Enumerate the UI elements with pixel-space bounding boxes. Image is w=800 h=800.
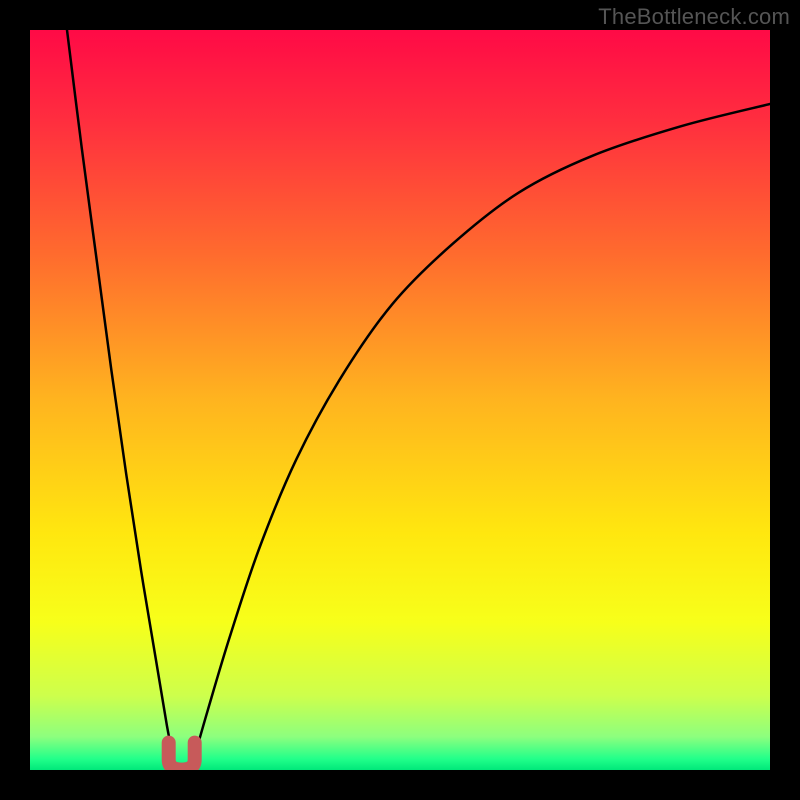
watermark-text: TheBottleneck.com — [598, 4, 790, 30]
plot-area — [30, 30, 770, 770]
background-gradient — [30, 30, 770, 770]
chart-frame: TheBottleneck.com — [0, 0, 800, 800]
